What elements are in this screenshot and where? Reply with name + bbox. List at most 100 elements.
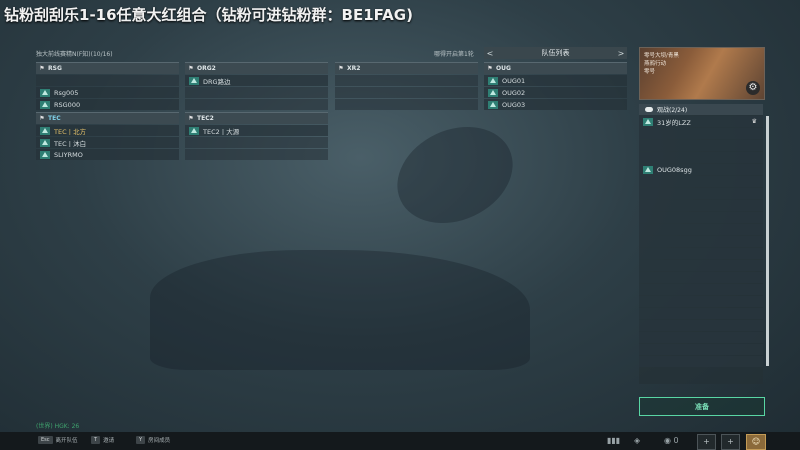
team-slot[interactable]: TEC丨沐白: [36, 137, 179, 148]
team-list-bar: < 队伍列表 >: [484, 47, 627, 59]
team-slot[interactable]: RSG000: [36, 99, 179, 110]
spectator-slot[interactable]: 31岁的LZZ ♛: [639, 116, 763, 127]
team-list-prev-button[interactable]: <: [484, 49, 496, 58]
key-cap: Esc: [38, 436, 53, 444]
ruins-silhouette: [150, 250, 530, 370]
team-slot[interactable]: [185, 149, 328, 160]
eye-icon: [645, 107, 653, 112]
member-icon: [488, 88, 498, 97]
team-header[interactable]: ⚑ ORG2: [185, 62, 328, 74]
flag-icon: ⚑: [188, 65, 194, 72]
team-header[interactable]: ⚑ XR2: [335, 62, 478, 74]
member-icon: [40, 100, 50, 109]
hotkey-label: 房间成员: [148, 438, 171, 444]
team-xr2: ⚑ XR2: [335, 62, 478, 110]
team-slot[interactable]: OUG02: [484, 87, 627, 98]
spectator-slot[interactable]: [639, 176, 763, 187]
team-slot[interactable]: [185, 99, 328, 110]
ready-button[interactable]: 准备: [639, 397, 765, 416]
team-slot[interactable]: [36, 75, 179, 86]
member-name: OUG01: [502, 76, 526, 85]
member-name: OUG02: [502, 88, 526, 97]
spectator-name: 31岁的LZZ: [657, 118, 691, 127]
spectator-slot[interactable]: [639, 140, 763, 151]
team-slot[interactable]: [335, 75, 478, 86]
team-name: RSG: [48, 65, 62, 72]
gear-icon[interactable]: ⚙: [746, 81, 760, 95]
spectator-count-icon: ◉ 0: [664, 436, 679, 445]
team-header[interactable]: ⚑ RSG: [36, 62, 179, 74]
team-name: XR2: [347, 65, 361, 72]
member-name: RSG000: [54, 100, 81, 109]
spectator-slot[interactable]: [639, 296, 763, 307]
spectator-slot[interactable]: [639, 236, 763, 247]
team-slot[interactable]: TEC丨北方: [36, 125, 179, 136]
team-name: OUG: [496, 65, 511, 72]
spectator-slot[interactable]: [639, 212, 763, 223]
team-list-next-button[interactable]: >: [615, 49, 627, 58]
team-header[interactable]: ⚑ TEC2: [185, 112, 328, 124]
member-icon: [40, 150, 50, 159]
team-oug: ⚑ OUG OUG01 OUG02 OUG03: [484, 62, 627, 110]
add-friend-button[interactable]: +: [721, 434, 740, 450]
add-slot-button[interactable]: +: [697, 434, 716, 450]
bottom-bar: [0, 432, 800, 450]
spectator-slot[interactable]: [639, 356, 763, 367]
team-slot[interactable]: Rsg005: [36, 87, 179, 98]
avatar[interactable]: ☺: [746, 434, 766, 450]
team-header[interactable]: ⚑ OUG: [484, 62, 627, 74]
flag-icon: ⚑: [487, 65, 493, 72]
member-name: TEC丨沐白: [54, 139, 87, 148]
spectate-icon[interactable]: ◈: [634, 436, 640, 445]
member-icon: [189, 76, 199, 85]
spectator-slot[interactable]: [639, 332, 763, 343]
member-icon: [643, 117, 653, 126]
spectator-count: 0: [673, 436, 679, 445]
spectator-slot[interactable]: [639, 200, 763, 211]
team-tec: ⚑ TEC TEC丨北方 TEC丨沐白 SLIYRMO: [36, 112, 179, 160]
team-slot[interactable]: [185, 137, 328, 148]
hotkey-invite[interactable]: T 邀请: [91, 436, 114, 444]
spectator-scrollbar[interactable]: [766, 116, 769, 366]
team-slot[interactable]: SLIYRMO: [36, 149, 179, 160]
hotkey-members[interactable]: Y 房间成员: [136, 436, 170, 444]
spectator-slot[interactable]: [639, 272, 763, 283]
team-header[interactable]: ⚑ TEC: [36, 112, 179, 124]
hotkey-leave[interactable]: Esc 离开队伍: [38, 436, 78, 444]
spectator-slot[interactable]: [639, 344, 763, 355]
team-name: TEC: [48, 115, 61, 122]
spectator-slot[interactable]: [639, 248, 763, 259]
team-slot[interactable]: [335, 99, 478, 110]
hotkey-label: 离开队伍: [55, 438, 78, 444]
flag-icon: ⚑: [39, 65, 45, 72]
crown-icon: ♛: [751, 118, 757, 125]
team-slot[interactable]: DRG路边: [185, 75, 328, 86]
map-preview[interactable]: 零号大坝/青黑 燕鸦行动 零号 ⚙: [639, 47, 765, 100]
spectator-name: OUG08sgg: [657, 165, 692, 174]
team-slot[interactable]: TEC2丨大源: [185, 125, 328, 136]
spectator-slot[interactable]: [639, 260, 763, 271]
team-name: TEC2: [197, 115, 214, 122]
team-slot[interactable]: OUG01: [484, 75, 627, 86]
team-slot[interactable]: [185, 87, 328, 98]
key-cap: T: [91, 436, 101, 444]
spectator-slot[interactable]: [639, 284, 763, 295]
hotkey-label: 邀请: [103, 438, 115, 444]
spectator-header: 观战(2/24): [639, 104, 763, 115]
member-name: TEC丨北方: [54, 127, 87, 136]
member-icon: [643, 165, 653, 174]
spectator-slot[interactable]: OUG08sgg: [639, 164, 763, 175]
team-slot[interactable]: [335, 87, 478, 98]
spectator-slot[interactable]: [639, 152, 763, 163]
spectator-slot[interactable]: [639, 320, 763, 331]
spectator-slot[interactable]: [639, 224, 763, 235]
spectator-slot[interactable]: [639, 128, 763, 139]
member-icon: [40, 88, 50, 97]
flag-icon: ⚑: [338, 65, 344, 72]
spectator-slot[interactable]: [639, 188, 763, 199]
team-slot[interactable]: OUG03: [484, 99, 627, 110]
spectator-slot[interactable]: [639, 308, 763, 319]
flag-icon: ⚑: [188, 115, 194, 122]
member-name: OUG03: [502, 100, 526, 109]
member-name: SLIYRMO: [54, 150, 83, 159]
